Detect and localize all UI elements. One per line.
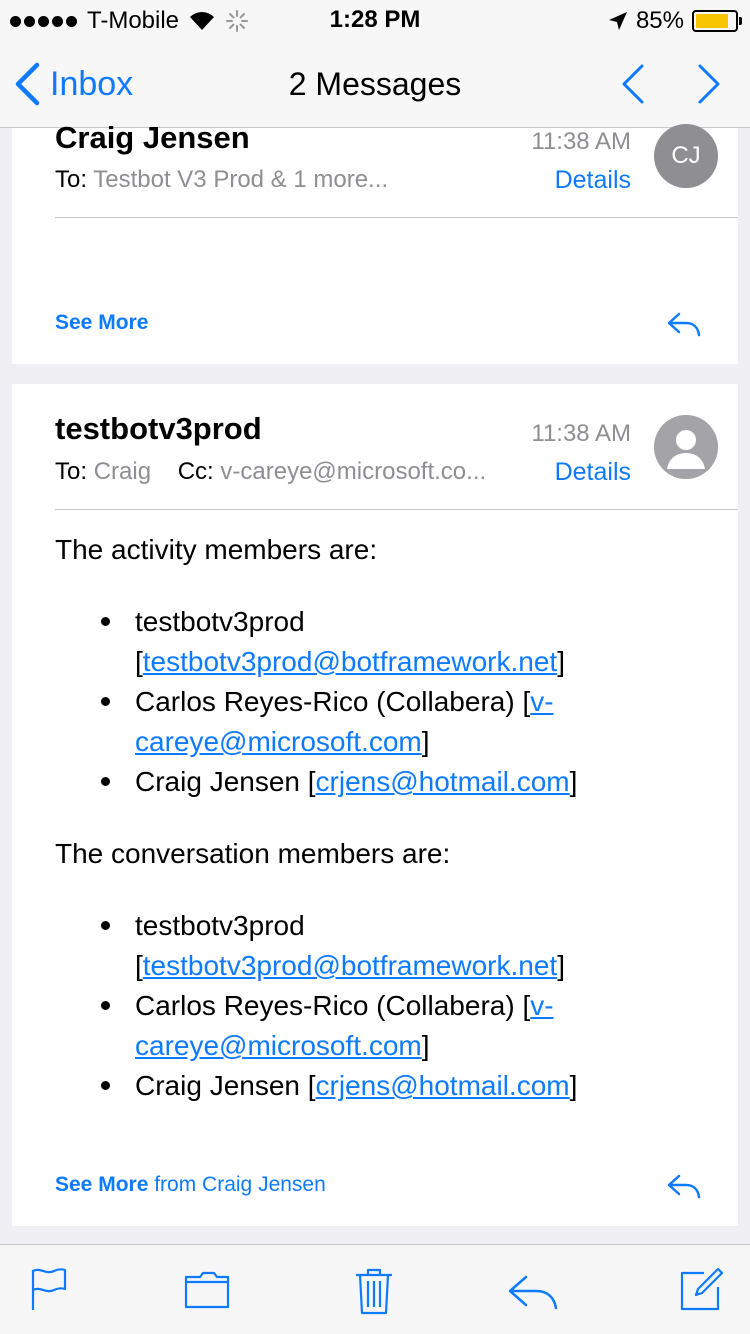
message-card-1[interactable]: Craig Jensen 11:38 AM CJ To: Testbot V3 … xyxy=(12,120,738,364)
flag-icon xyxy=(31,1268,67,1310)
email-link[interactable]: crjens@hotmail.com xyxy=(316,766,570,797)
to-value: Testbot V3 Prod & 1 more... xyxy=(93,166,389,193)
see-more-link[interactable]: See More from Craig Jensen xyxy=(55,1173,326,1197)
sender-name: testbotv3prod xyxy=(55,411,262,446)
member-name: Craig Jensen xyxy=(135,1070,300,1101)
avatar: CJ xyxy=(654,124,718,188)
recipients-line: To: Testbot V3 Prod & 1 more... xyxy=(55,166,388,194)
status-bar: T-Mobile 1:28 PM 85% xyxy=(0,0,750,40)
sender-name: Craig Jensen xyxy=(55,120,250,155)
next-message-button[interactable] xyxy=(696,64,722,109)
conversation-heading: The conversation members are: xyxy=(55,838,451,869)
reply-button[interactable] xyxy=(666,310,702,343)
battery-icon xyxy=(692,10,742,32)
chevron-right-icon xyxy=(698,64,720,104)
flag-button[interactable] xyxy=(30,1267,68,1316)
member-name: testbotv3prod xyxy=(135,910,305,941)
bracket: [ xyxy=(135,646,143,677)
bracket: ] xyxy=(557,646,565,677)
reply-icon xyxy=(667,312,701,337)
bracket: ] xyxy=(569,766,578,797)
bracket: [ xyxy=(135,950,143,981)
list-item: Craig Jensen [crjens@hotmail.com] xyxy=(55,1066,675,1106)
trash-icon xyxy=(356,1268,392,1315)
bracket: ] xyxy=(557,950,565,981)
message-time: 11:38 AM xyxy=(531,420,631,447)
see-more-label: See More xyxy=(55,1173,149,1196)
bracket: ] xyxy=(569,1070,578,1101)
nav-bar: Inbox 2 Messages xyxy=(0,40,750,128)
avatar xyxy=(654,415,718,479)
details-button[interactable]: Details xyxy=(555,458,631,487)
email-link[interactable]: testbotv3prod@botframework.net xyxy=(143,950,557,981)
activity-heading: The activity members are: xyxy=(55,534,378,565)
list-item: Carlos Reyes-Rico (Collabera) [v-careye@… xyxy=(55,986,675,1066)
chevron-left-icon xyxy=(622,64,644,104)
bottom-toolbar xyxy=(0,1244,750,1334)
member-name: Craig Jensen xyxy=(135,766,300,797)
person-silhouette-icon xyxy=(654,415,718,479)
list-item: testbotv3prod [testbotv3prod@botframework… xyxy=(55,906,675,986)
list-item: Craig Jensen [crjens@hotmail.com] xyxy=(55,762,675,802)
folder-icon xyxy=(184,1271,230,1309)
details-button[interactable]: Details xyxy=(555,166,631,195)
email-link[interactable]: testbotv3prod@botframework.net xyxy=(143,646,557,677)
status-right: 85% xyxy=(608,7,742,35)
bracket: [ xyxy=(307,766,316,797)
delete-button[interactable] xyxy=(354,1267,394,1320)
header-divider xyxy=(55,509,738,510)
reply-icon xyxy=(667,1174,701,1199)
recipients-line: To: Craig Cc: v-careye@microsoft.co... xyxy=(55,458,486,486)
location-arrow-icon xyxy=(608,12,627,30)
battery-percent: 85% xyxy=(635,7,684,34)
compose-icon xyxy=(680,1267,724,1311)
cc-value: v-careye@microsoft.co... xyxy=(220,458,487,485)
bracket: [ xyxy=(307,1070,316,1101)
message-time: 11:38 AM xyxy=(531,128,631,155)
email-link[interactable]: crjens@hotmail.com xyxy=(316,1070,570,1101)
reply-button[interactable] xyxy=(666,1172,702,1205)
message-body: The activity members are: testbotv3prod [… xyxy=(55,530,675,1106)
see-more-from: from Craig Jensen xyxy=(154,1173,326,1196)
compose-button[interactable] xyxy=(678,1265,726,1318)
member-name: Carlos Reyes-Rico (Collabera) xyxy=(135,686,515,717)
bracket: ] xyxy=(421,726,430,757)
header-divider xyxy=(55,217,738,218)
message-card-2: testbotv3prod 11:38 AM To: Craig Cc: v-c… xyxy=(12,384,738,1226)
member-name: Carlos Reyes-Rico (Collabera) xyxy=(135,990,515,1021)
to-value: Craig xyxy=(93,458,152,485)
conversation-members-list: testbotv3prod [testbotv3prod@botframework… xyxy=(55,906,675,1106)
cc-label: Cc: xyxy=(177,458,214,485)
reply-toolbar-button[interactable] xyxy=(506,1273,560,1316)
to-label: To: xyxy=(55,458,88,485)
member-name: testbotv3prod xyxy=(135,606,305,637)
activity-members-list: testbotv3prod [testbotv3prod@botframework… xyxy=(55,602,675,802)
reply-icon xyxy=(508,1275,558,1310)
list-item: testbotv3prod [testbotv3prod@botframework… xyxy=(55,602,675,682)
move-to-folder-button[interactable] xyxy=(184,1271,230,1314)
see-more-link[interactable]: See More xyxy=(55,311,148,335)
list-item: Carlos Reyes-Rico (Collabera) [v-careye@… xyxy=(55,682,675,762)
previous-message-button[interactable] xyxy=(620,64,646,109)
bracket: ] xyxy=(421,1030,430,1061)
to-label: To: xyxy=(55,166,88,193)
